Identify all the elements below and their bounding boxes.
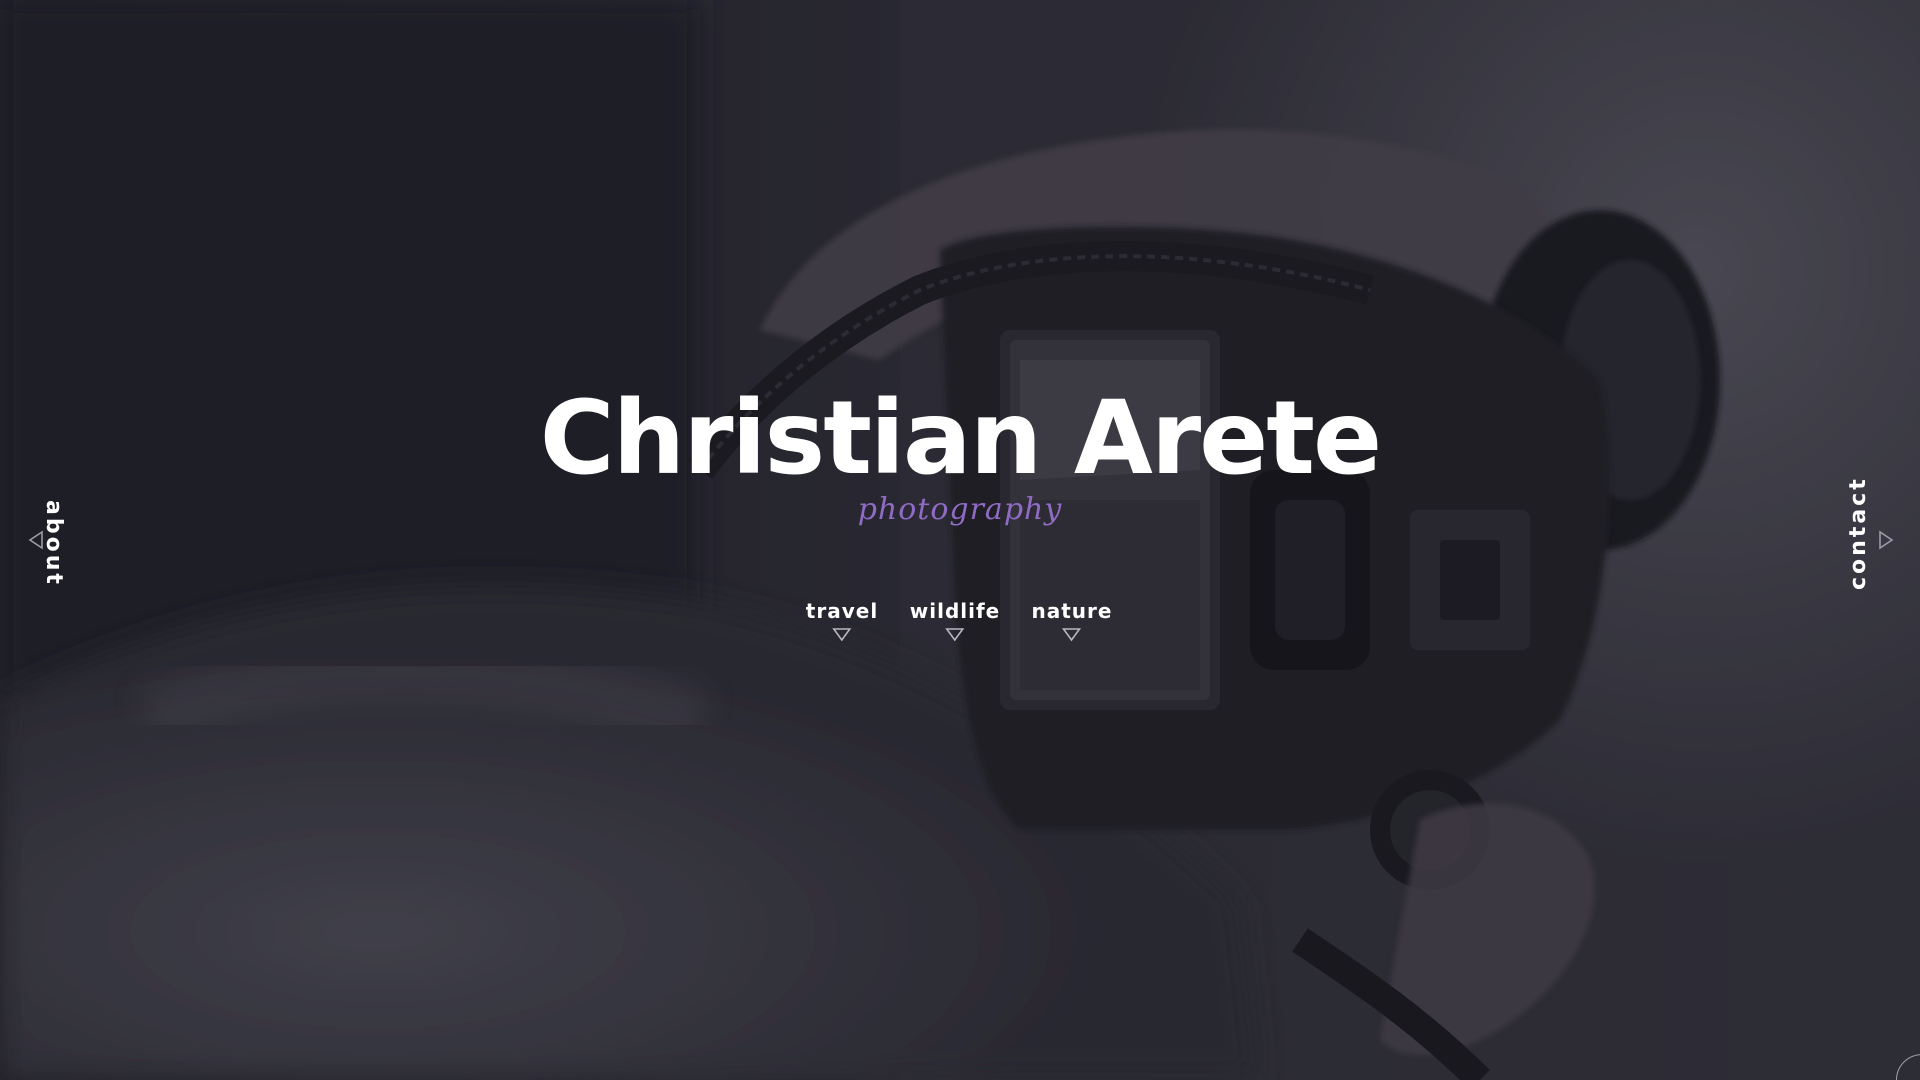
category-wildlife-label: wildlife <box>909 599 1001 623</box>
side-nav-contact[interactable]: contact <box>1838 460 1898 620</box>
hero-title: Christian Arete <box>539 379 1383 498</box>
side-nav-contact-label: contact <box>1846 476 1871 590</box>
triangle-down-icon <box>945 628 965 642</box>
category-travel-label: travel <box>805 599 879 623</box>
hero-background-image <box>0 0 1920 1080</box>
triangle-right-icon <box>1879 530 1894 550</box>
hero-section: Christian Arete photography travel wildl… <box>0 0 1920 1080</box>
side-nav-about[interactable]: about <box>20 460 80 620</box>
category-nature-label: nature <box>1031 599 1113 623</box>
category-nature[interactable]: nature <box>1032 598 1113 642</box>
category-wildlife[interactable]: wildlife <box>910 598 1000 642</box>
side-nav-about-label: about <box>41 500 66 587</box>
category-travel[interactable]: travel <box>806 598 878 642</box>
triangle-down-icon <box>1062 628 1082 642</box>
category-nav: travel wildlife nature <box>0 598 1920 648</box>
hero-subtitle: photography <box>857 492 1063 527</box>
triangle-down-icon <box>832 628 852 642</box>
